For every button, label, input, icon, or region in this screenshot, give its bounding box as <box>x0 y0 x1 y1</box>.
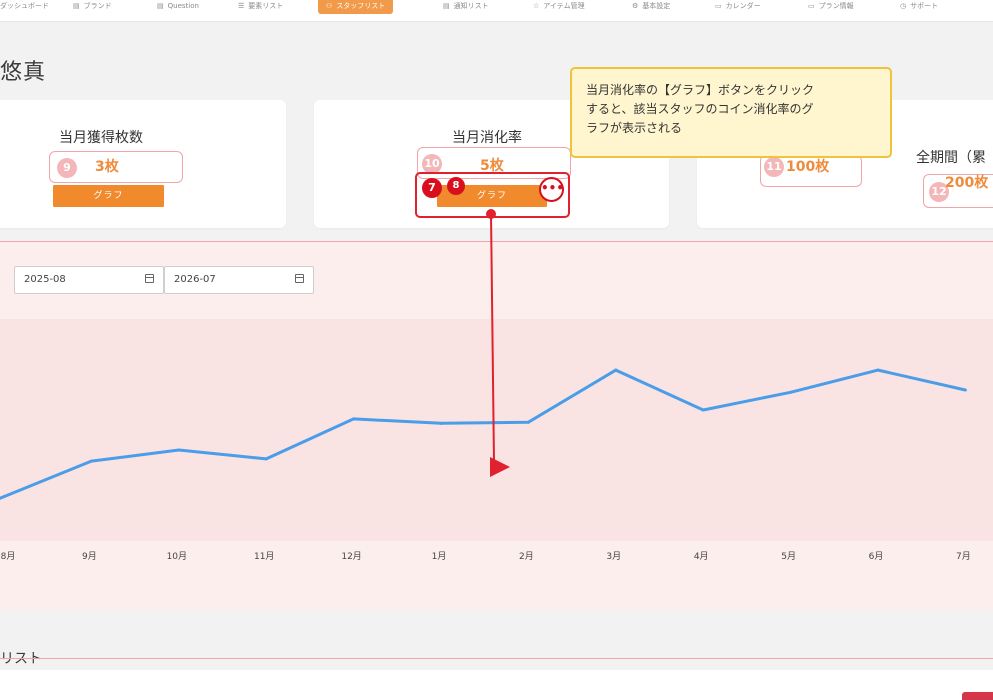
nav-item-calendar[interactable]: ▭ カレンダー <box>715 0 761 14</box>
chart-panel: 2025-08 2026-07 8月 9月 10月 11月 12月 1月 2月 3月 4月 5月 6… <box>0 241 993 610</box>
data-point-6 <box>439 421 443 425</box>
graph-button[interactable]: グラフ <box>53 185 164 207</box>
data-point-11 <box>876 368 880 372</box>
marker-badge: 11 <box>764 157 784 177</box>
data-point-10 <box>789 390 793 394</box>
nav-item-dashboard[interactable]: ダッシュボード <box>0 0 49 14</box>
x-tick-label: 11月 <box>254 551 274 562</box>
data-point-5 <box>352 417 356 421</box>
x-tick-label: 3月 <box>606 551 621 562</box>
document-icon: ▤ <box>443 2 450 10</box>
data-point-2 <box>89 459 93 463</box>
value-text: 100枚 <box>786 159 830 175</box>
nav-item-notification-list[interactable]: ▤ 通知リスト <box>443 0 489 14</box>
x-tick-label: 10月 <box>167 551 187 562</box>
nav-item-staff-list[interactable]: ⚇ スタッフリスト <box>318 0 394 14</box>
x-tick-label: 6月 <box>869 551 884 562</box>
line-chart: 8月 9月 10月 11月 12月 1月 2月 3月 4月 5月 6月 7月 <box>0 368 971 562</box>
x-tick-label: 9月 <box>82 551 97 562</box>
x-tick-label: 4月 <box>694 551 709 562</box>
card-label: 当月消化率 <box>452 130 522 146</box>
marker-badge: 10 <box>422 154 442 174</box>
tooltip: 当月消化率の【グラフ】ボタンをクリック すると、該当スタッフのコイン消化率のグ … <box>570 67 892 158</box>
marker-badge: 9 <box>57 158 77 178</box>
nav-item-item-management[interactable]: ☆ アイテム管理 <box>533 0 585 14</box>
document-icon: ▤ <box>73 2 80 10</box>
users-icon: ⚇ <box>326 2 333 10</box>
calendar-icon: ▭ <box>715 2 722 10</box>
nav-item-basic-settings[interactable]: ⚙ 基本設定 <box>632 0 670 14</box>
data-point-4 <box>264 457 268 461</box>
step-marker: 8 <box>447 177 465 195</box>
list-area <box>0 670 993 700</box>
value-text: 3枚 <box>95 159 119 175</box>
document-icon: ▤ <box>157 2 164 10</box>
gear-icon: ⚙ <box>632 2 639 10</box>
data-point-12 <box>963 388 967 392</box>
x-tick-label: 1月 <box>432 551 447 562</box>
data-point-3 <box>177 448 181 452</box>
card-label: 当月獲得枚数 <box>59 130 143 146</box>
nav-item-plan-info[interactable]: ▭ プラン情報 <box>808 0 854 14</box>
star-icon: ☆ <box>533 2 540 10</box>
list-icon: ☰ <box>238 2 245 10</box>
x-tick-label: 7月 <box>956 551 971 562</box>
data-point-7 <box>526 420 530 424</box>
card-acquired: 当月獲得枚数 9 3枚 グラフ <box>0 100 286 228</box>
data-point-9 <box>701 408 705 412</box>
step-marker: 7 <box>422 178 442 198</box>
top-nav: ダッシュボード ▤ ブランド ▤ Question ☰ 要素リスト ⚇ スタッフリスト … <box>0 0 993 22</box>
nav-item-element-list[interactable]: ☰ 要素リスト <box>238 0 283 14</box>
action-button[interactable] <box>962 692 993 700</box>
divider <box>0 658 993 659</box>
nav-item-brand[interactable]: ▤ ブランド <box>73 0 112 14</box>
page-title: 悠真 <box>0 60 47 85</box>
help-icon: ◷ <box>900 2 907 10</box>
nav-item-support[interactable]: ◷ サポート <box>900 0 938 14</box>
data-point-8 <box>614 368 618 372</box>
series-line <box>0 368 966 500</box>
card-icon: ▭ <box>808 2 815 10</box>
data-point-1 <box>2 495 6 499</box>
card-label: 全期間（累 <box>916 150 986 166</box>
x-tick-label: 2月 <box>519 551 534 562</box>
more-icon[interactable]: ••• <box>539 177 564 202</box>
x-tick-label: 5月 <box>781 551 796 562</box>
x-tick-label: 8月 <box>1 551 16 562</box>
nav-item-question[interactable]: ▤ Question <box>157 0 199 14</box>
x-tick-label: 12月 <box>341 551 361 562</box>
value-text: 200枚 <box>945 175 989 191</box>
